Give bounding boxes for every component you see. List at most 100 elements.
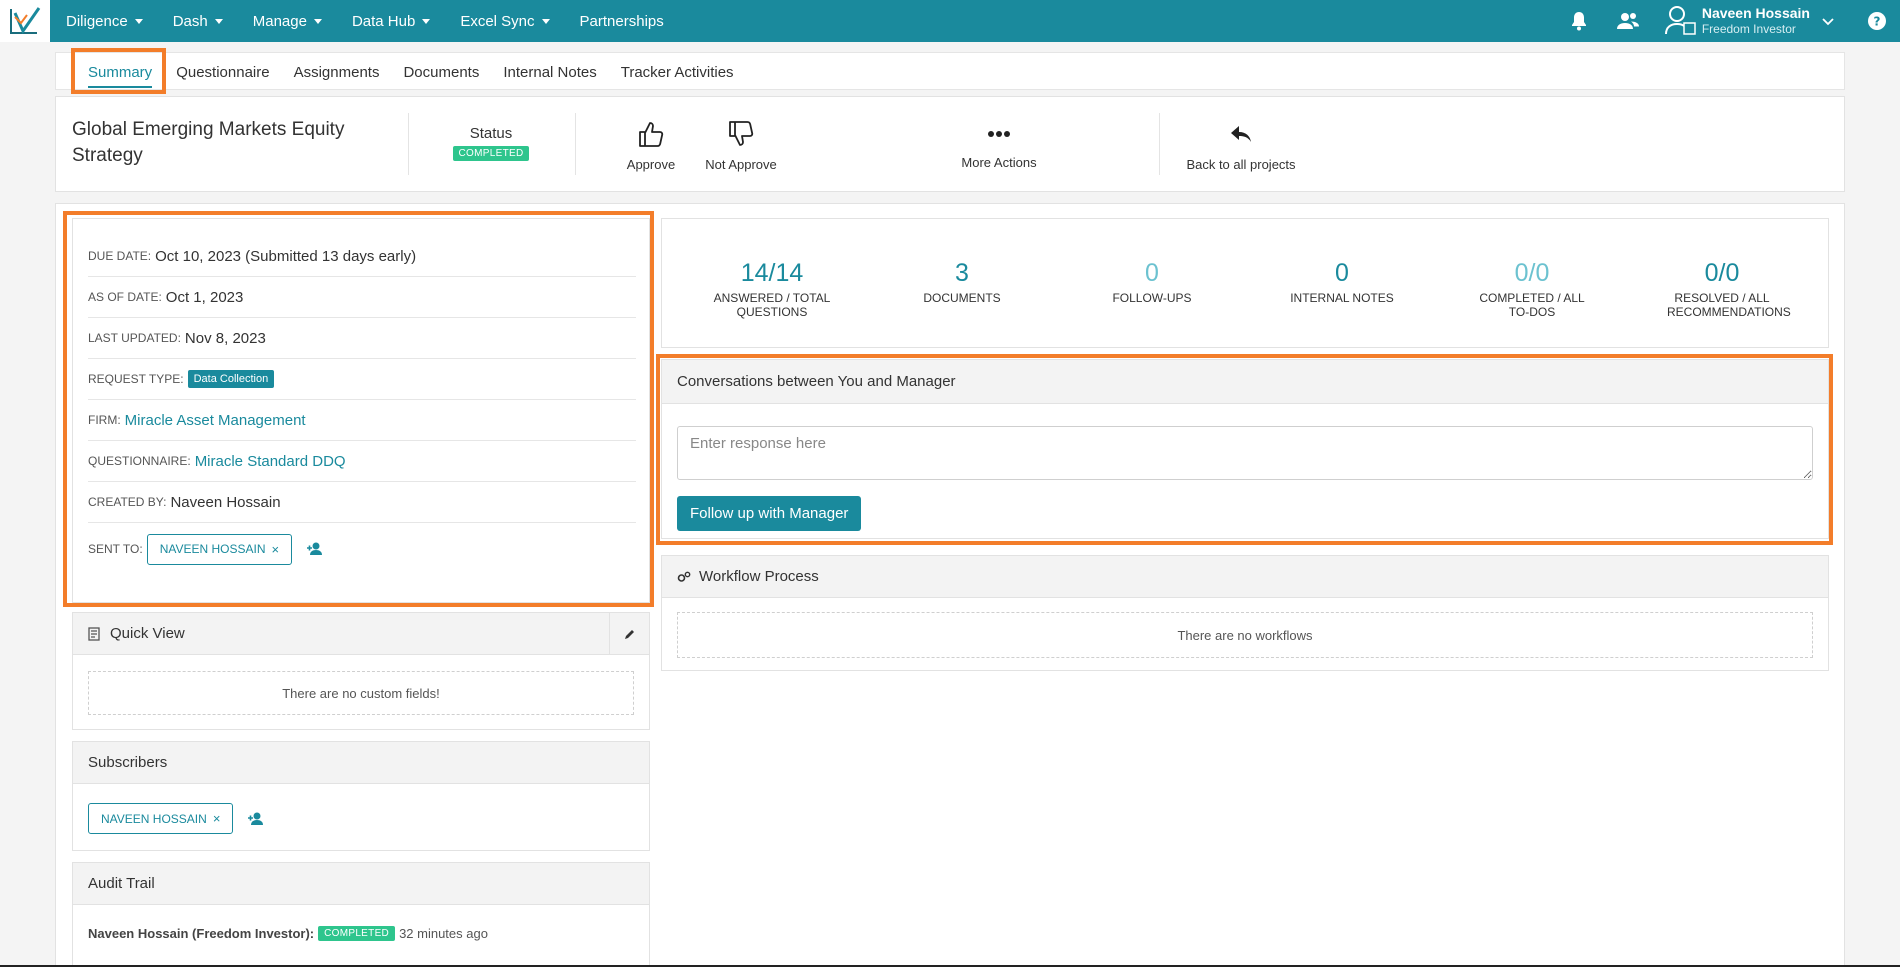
nav-label: Dash bbox=[172, 12, 208, 30]
stat-5[interactable]: 0/0 RESOLVED / ALL RECOMMENDATIONS bbox=[1627, 259, 1817, 319]
users-icon[interactable] bbox=[1616, 12, 1640, 30]
divider bbox=[575, 113, 576, 175]
questionnaire-link[interactable]: Miracle Standard DDQ bbox=[195, 453, 346, 470]
nav-dash[interactable]: Dash bbox=[173, 13, 223, 30]
more-actions-button[interactable]: More Actions bbox=[949, 117, 1049, 170]
user-menu[interactable]: Naveen Hossain Freedom Investor bbox=[1664, 5, 1834, 38]
stat-label: ANSWERED / TOTAL QUESTIONS bbox=[713, 291, 831, 319]
nav-diligence[interactable]: Diligence bbox=[66, 13, 143, 30]
back-label: Back to all projects bbox=[1186, 157, 1296, 172]
response-input[interactable] bbox=[677, 426, 1813, 480]
tab-summary[interactable]: Summary bbox=[88, 62, 153, 88]
tab-internal-notes[interactable]: Internal Notes bbox=[503, 62, 596, 81]
more-actions-label: More Actions bbox=[961, 155, 1037, 170]
stat-label: INTERNAL NOTES bbox=[1290, 291, 1394, 305]
sent-to-row: SENT TO: NAVEEN HOSSAIN × bbox=[88, 529, 636, 569]
sent-to-label: SENT TO: bbox=[88, 542, 143, 556]
workflow-panel: Workflow Process There are no workflows bbox=[661, 555, 1829, 671]
stat-value: 0/0 bbox=[1514, 259, 1550, 287]
approve-button[interactable]: Approve bbox=[616, 117, 686, 172]
stat-1[interactable]: 3 DOCUMENTS bbox=[867, 259, 1057, 305]
audit-status-badge: COMPLETED bbox=[318, 926, 396, 941]
project-details-panel: DUE DATE: Oct 10, 2023 (Submitted 13 day… bbox=[72, 218, 650, 603]
audit-trail-panel: Audit Trail Naveen Hossain (Freedom Inve… bbox=[72, 862, 650, 967]
request-type-label: REQUEST TYPE: bbox=[88, 372, 184, 386]
caret-down-icon bbox=[313, 18, 322, 24]
remove-icon[interactable]: × bbox=[272, 542, 280, 557]
stat-4[interactable]: 0/0 COMPLETED / ALL TO-DOS bbox=[1437, 259, 1627, 319]
thumbs-up-icon bbox=[616, 117, 686, 151]
due-date-label: DUE DATE: bbox=[88, 249, 152, 263]
audit-time: 32 minutes ago bbox=[399, 926, 488, 941]
stat-value: 0 bbox=[1145, 259, 1159, 287]
caret-down-icon bbox=[214, 18, 223, 24]
caret-down-icon bbox=[422, 18, 431, 24]
request-type-badge: Data Collection bbox=[187, 370, 275, 388]
sent-to-chip[interactable]: NAVEEN HOSSAIN × bbox=[146, 533, 293, 565]
tab-documents[interactable]: Documents bbox=[403, 62, 479, 81]
project-header: Global Emerging Markets Equity Strategy … bbox=[55, 96, 1845, 192]
stat-3[interactable]: 0 INTERNAL NOTES bbox=[1247, 259, 1437, 305]
created-by-label: CREATED BY: bbox=[88, 495, 167, 509]
nav-label: Partnerships bbox=[579, 12, 664, 30]
firm-label: FIRM: bbox=[88, 413, 121, 427]
ellipsis-icon bbox=[949, 117, 1049, 151]
remove-icon[interactable]: × bbox=[213, 811, 221, 826]
nav-label: Excel Sync bbox=[460, 12, 535, 30]
tab-assignments[interactable]: Assignments bbox=[294, 62, 380, 81]
stat-2[interactable]: 0 FOLLOW-UPS bbox=[1057, 259, 1247, 305]
request-type-row: REQUEST TYPE: Data Collection bbox=[88, 359, 636, 400]
nav-label: Data Hub bbox=[351, 12, 416, 30]
subscriber-chip[interactable]: NAVEEN HOSSAIN × bbox=[88, 803, 234, 834]
firm-link[interactable]: Miracle Asset Management bbox=[125, 412, 306, 429]
edit-icon[interactable] bbox=[609, 613, 649, 654]
thumbs-down-icon bbox=[696, 117, 786, 151]
caret-down-icon bbox=[134, 18, 143, 24]
last-updated-row: LAST UPDATED: Nov 8, 2023 bbox=[88, 318, 636, 359]
workflow-header: Workflow Process bbox=[662, 556, 1828, 598]
not-approve-button[interactable]: Not Approve bbox=[696, 117, 786, 172]
reply-arrow-icon bbox=[1181, 117, 1301, 151]
status-label: Status bbox=[469, 125, 513, 142]
caret-down-icon bbox=[541, 18, 550, 24]
gears-icon bbox=[677, 571, 691, 583]
bell-icon[interactable] bbox=[1570, 11, 1588, 31]
stat-label: COMPLETED / ALL TO-DOS bbox=[1479, 291, 1585, 319]
as-of-date-value: Oct 1, 2023 bbox=[165, 288, 244, 306]
audit-trail-header: Audit Trail bbox=[73, 863, 649, 905]
status-badge: COMPLETED bbox=[452, 146, 530, 161]
nav-partnerships[interactable]: Partnerships bbox=[580, 13, 664, 30]
app-logo[interactable] bbox=[0, 0, 50, 42]
created-by-value: Naveen Hossain bbox=[170, 493, 281, 511]
quick-view-empty: There are no custom fields! bbox=[88, 671, 634, 715]
add-subscriber-icon[interactable] bbox=[247, 812, 265, 826]
approve-label: Approve bbox=[626, 157, 676, 172]
stat-value: 3 bbox=[955, 259, 969, 287]
subscriber-name: NAVEEN HOSSAIN bbox=[101, 811, 207, 826]
subscribers-header: Subscribers bbox=[73, 742, 649, 784]
help-icon[interactable]: ? bbox=[1868, 12, 1886, 30]
project-title: Global Emerging Markets Equity Strategy bbox=[72, 119, 345, 166]
due-date-row: DUE DATE: Oct 10, 2023 (Submitted 13 day… bbox=[88, 236, 636, 277]
chevron-down-icon[interactable] bbox=[1822, 13, 1834, 29]
stat-0[interactable]: 14/14 ANSWERED / TOTAL QUESTIONS bbox=[677, 259, 867, 319]
nav-data-hub[interactable]: Data Hub bbox=[351, 12, 431, 30]
last-updated-label: LAST UPDATED: bbox=[88, 331, 181, 345]
tab-questionnaire[interactable]: Questionnaire bbox=[176, 62, 269, 81]
nav-excel-sync[interactable]: Excel Sync bbox=[460, 12, 550, 30]
audit-trail-title: Audit Trail bbox=[88, 875, 155, 892]
subscribers-panel: Subscribers NAVEEN HOSSAIN × bbox=[72, 741, 650, 851]
audit-actor: Naveen Hossain (Freedom Investor): bbox=[88, 926, 315, 941]
as-of-date-row: AS OF DATE: Oct 1, 2023 bbox=[88, 277, 636, 318]
project-tabs: Summary Questionnaire Assignments Documents… bbox=[55, 52, 1845, 90]
conversation-header: Conversations between You and Manager bbox=[662, 360, 1828, 404]
as-of-date-label: AS OF DATE: bbox=[88, 290, 162, 304]
add-user-icon[interactable] bbox=[306, 542, 324, 556]
nav-manage[interactable]: Manage bbox=[253, 13, 322, 30]
back-to-projects-button[interactable]: Back to all projects bbox=[1181, 117, 1301, 172]
quick-view-header: Quick View bbox=[73, 613, 649, 655]
follow-up-button[interactable]: Follow up with Manager bbox=[677, 496, 862, 531]
quick-view-panel: Quick View There are no custom fields! bbox=[72, 612, 650, 730]
tab-tracker-activities[interactable]: Tracker Activities bbox=[621, 62, 734, 81]
workflow-empty: There are no workflows bbox=[677, 612, 1813, 658]
